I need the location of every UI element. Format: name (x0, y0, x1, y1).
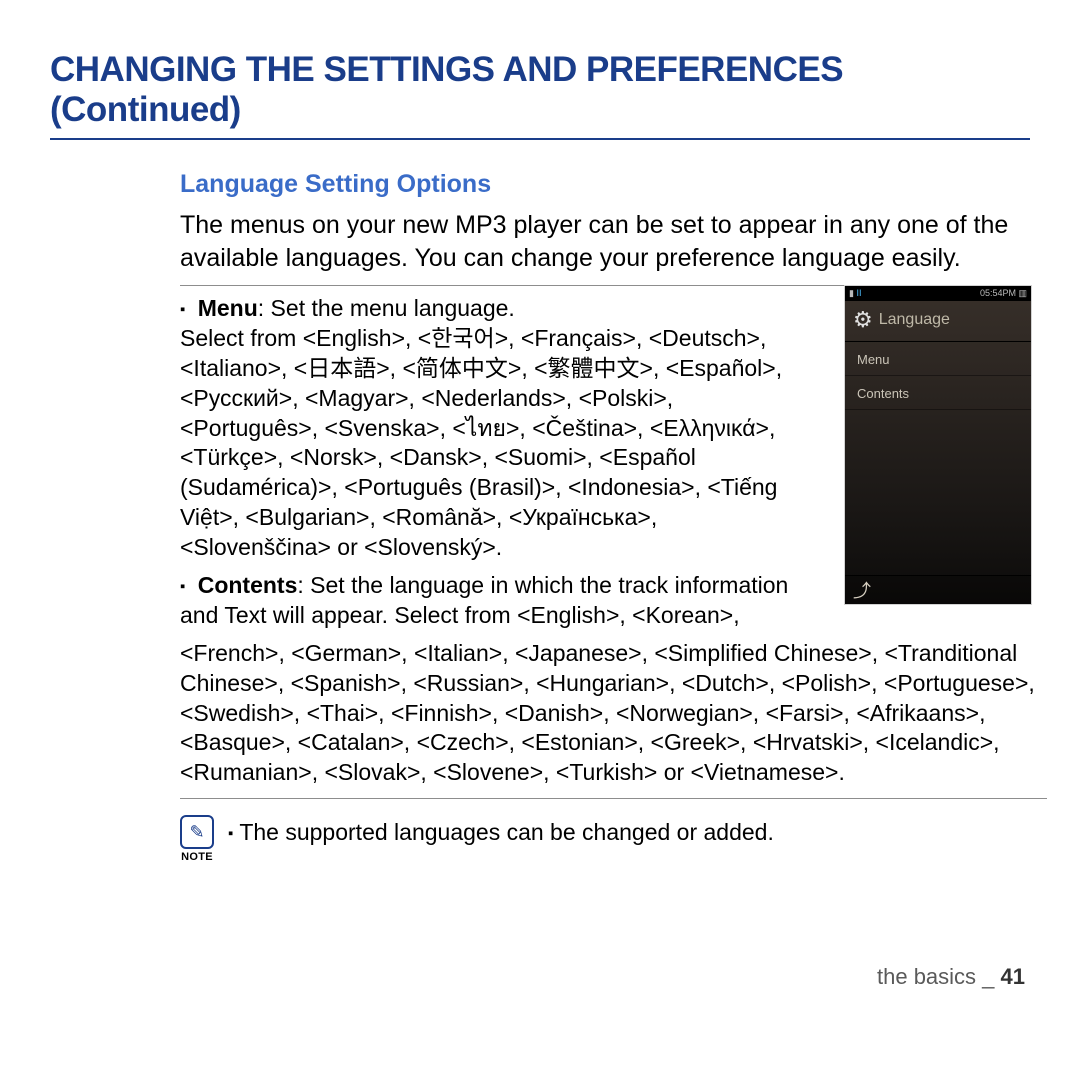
screen-title: Language (879, 311, 950, 329)
section-heading: Language Setting Options (50, 170, 1030, 199)
gear-icon: ⚙ (853, 307, 873, 333)
note-icon: ✎ (180, 815, 214, 849)
bullet-menu: ▪ Menu: Set the menu language. Select fr… (180, 294, 800, 563)
bullet-menu-body: Select from <English>, <한국어>, <Français>… (180, 325, 782, 560)
status-bar: ▮ II 05:54PM ▥ (845, 286, 1031, 301)
bullet-menu-intro: : Set the menu language. (258, 295, 515, 321)
bullet-contents: ▪ Contents: Set the language in which th… (180, 571, 800, 631)
screen-item-contents[interactable]: Contents (845, 376, 1031, 410)
page-title: CHANGING THE SETTINGS AND PREFERENCES (C… (50, 50, 1030, 140)
note-text-line: ▪The supported languages can be changed … (228, 815, 774, 846)
screen-item-menu[interactable]: Menu (845, 342, 1031, 376)
status-left: ▮ II (849, 288, 861, 299)
status-time: 05:54PM ▥ (980, 288, 1027, 299)
note-label: NOTE (180, 851, 214, 863)
intro-paragraph: The menus on your new MP3 player can be … (50, 209, 1030, 275)
bullet-menu-label: Menu (198, 295, 258, 321)
bullet-contents-body: <French>, <German>, <Italian>, <Japanese… (180, 640, 1035, 786)
screen-bottombar: ⤴ (845, 575, 1031, 604)
bullet-contents-label: Contents (198, 572, 298, 598)
separator-2 (180, 798, 1047, 799)
page-footer: the basics _ 41 (877, 964, 1025, 990)
back-icon[interactable]: ⤴ (853, 577, 871, 603)
device-screenshot: ▮ II 05:54PM ▥ ⚙ Language Menu Contents … (844, 285, 1032, 605)
screen-header: ⚙ Language (845, 301, 1031, 342)
